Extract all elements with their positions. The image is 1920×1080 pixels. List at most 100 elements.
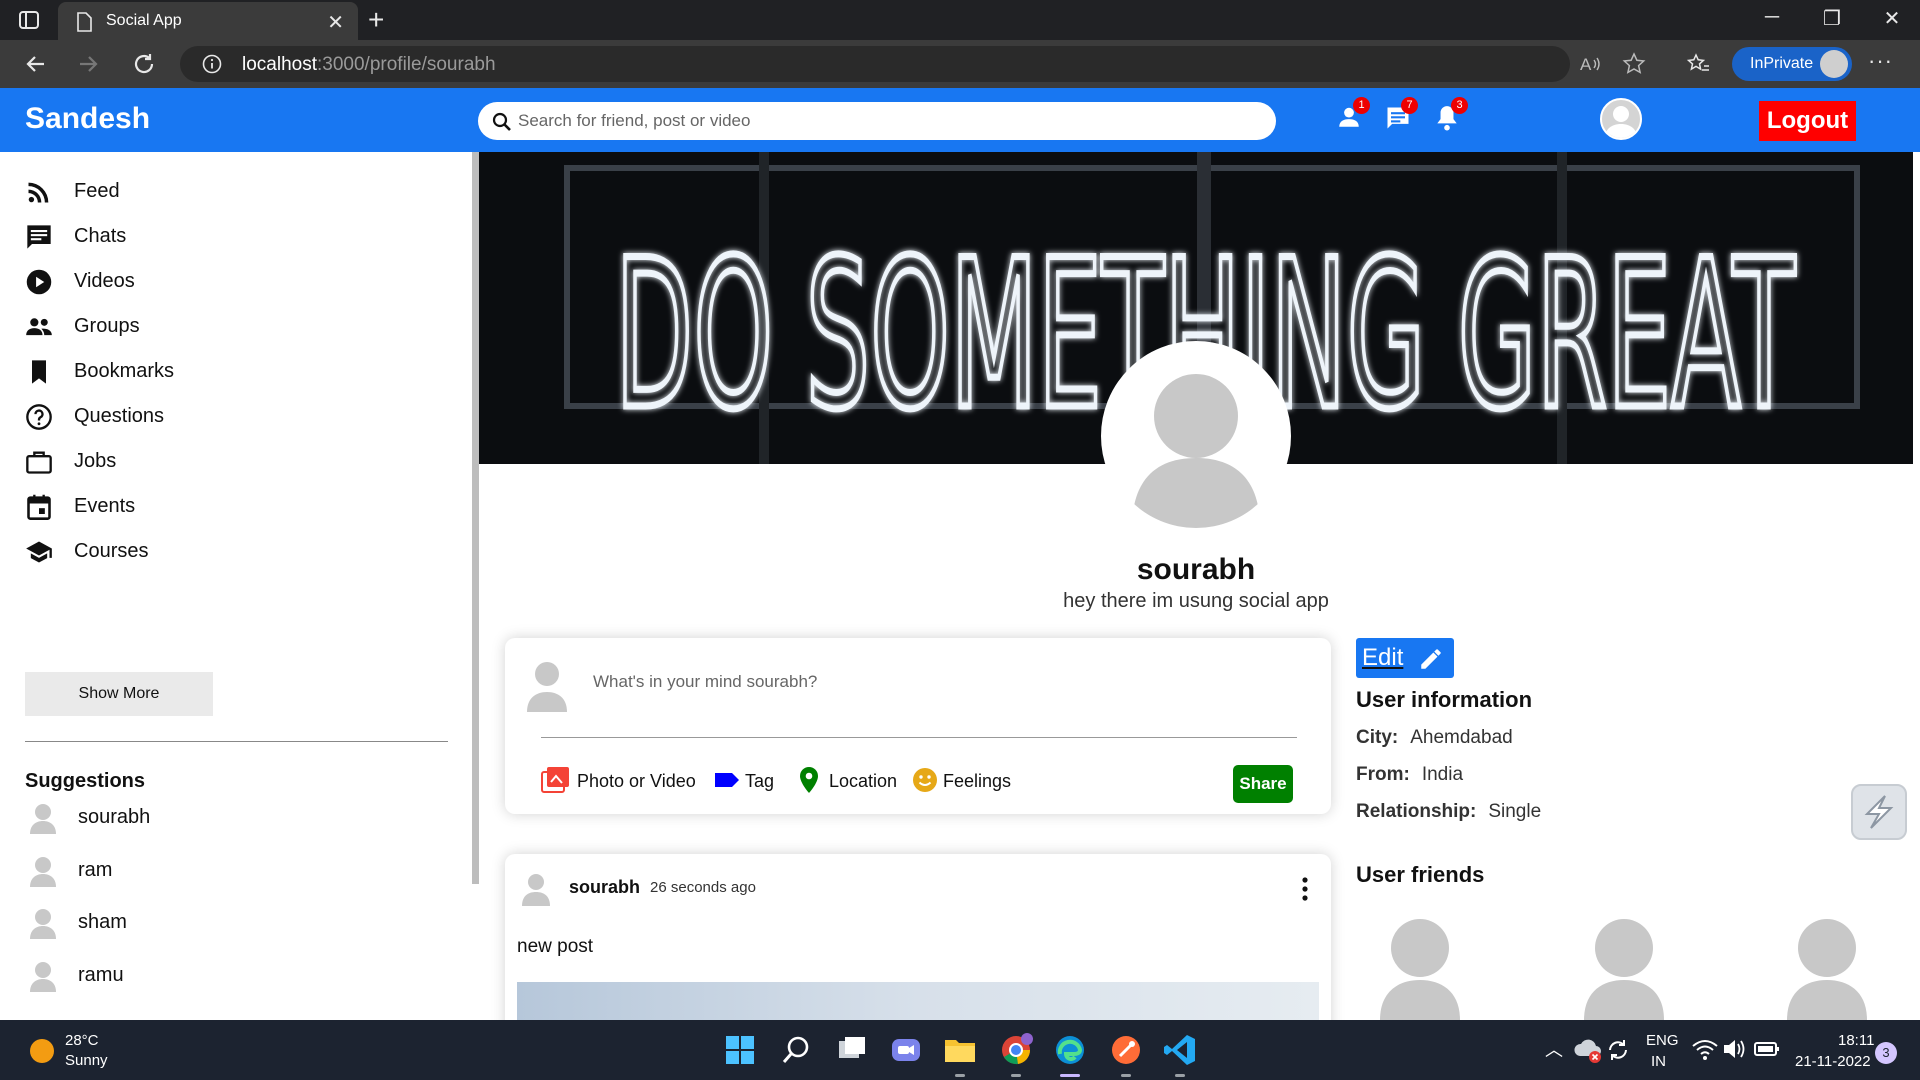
- friend-requests-button[interactable]: 1: [1336, 97, 1370, 134]
- brand-logo[interactable]: Sandesh: [25, 102, 150, 136]
- suggestion-name: sourabh: [78, 806, 151, 828]
- running-indicator: [1175, 1074, 1185, 1077]
- school-icon: [25, 538, 53, 566]
- sidebar-item-jobs[interactable]: Jobs: [25, 444, 445, 480]
- restore-icon[interactable]: ❐: [1802, 6, 1862, 31]
- chrome-icon[interactable]: [998, 1032, 1034, 1068]
- sidebar-item-videos[interactable]: Videos: [25, 264, 445, 300]
- friend-avatar[interactable]: [1784, 918, 1870, 1025]
- vscode-icon[interactable]: [1162, 1032, 1198, 1068]
- sidebar-item-chats[interactable]: Chats: [25, 219, 445, 255]
- site-info-icon[interactable]: [202, 54, 222, 79]
- running-indicator: [955, 1074, 965, 1077]
- chat-icon: [25, 223, 53, 251]
- clock-date[interactable]: 21-11-2022: [1795, 1053, 1871, 1070]
- option-label: Photo or Video: [577, 771, 696, 791]
- address-bar-row: localhost:3000/profile/sourabh A InPriva…: [0, 40, 1920, 88]
- help-circle-icon: [25, 403, 53, 431]
- profile-picture[interactable]: [1101, 341, 1291, 531]
- back-icon[interactable]: [20, 48, 52, 80]
- post-author[interactable]: sourabh: [569, 877, 640, 898]
- minimize-icon[interactable]: ─: [1742, 6, 1802, 29]
- photo-library-icon: [541, 766, 571, 799]
- suggestion-name: sham: [78, 911, 127, 933]
- notifications-button[interactable]: 3: [1434, 97, 1468, 134]
- add-favorite-icon[interactable]: [1622, 52, 1646, 81]
- person-placeholder-icon: [28, 960, 58, 997]
- messages-badge: 7: [1401, 97, 1418, 114]
- url-field[interactable]: localhost:3000/profile/sourabh: [180, 46, 1570, 82]
- logout-button[interactable]: Logout: [1759, 101, 1856, 141]
- postman-icon[interactable]: [1108, 1032, 1144, 1068]
- info-row-city: City: Ahemdabad: [1356, 727, 1513, 748]
- forward-icon[interactable]: [72, 48, 104, 80]
- tab-title: Social App: [106, 12, 182, 29]
- option-label: Tag: [745, 771, 775, 791]
- user-friends-title: User friends: [1356, 862, 1485, 887]
- search-icon[interactable]: [778, 1032, 814, 1068]
- floating-action-button[interactable]: [1851, 784, 1907, 840]
- volume-icon[interactable]: [1720, 1034, 1756, 1070]
- profile-description: hey there im usung social app: [1063, 590, 1329, 612]
- tab-actions-icon[interactable]: [18, 10, 42, 30]
- share-button[interactable]: Share: [1233, 765, 1293, 803]
- windows-start-icon[interactable]: [722, 1032, 758, 1068]
- sidebar: Feed Chats Videos Groups Bookmarks Quest…: [0, 152, 479, 1020]
- friend-avatar[interactable]: [1377, 918, 1463, 1025]
- refresh-icon[interactable]: [128, 48, 160, 80]
- composer-input[interactable]: What's in your mind sourabh?: [593, 672, 817, 692]
- user-avatar[interactable]: [1600, 98, 1642, 140]
- search-input[interactable]: [518, 109, 1258, 133]
- sync-icon[interactable]: [1602, 1034, 1638, 1070]
- edit-profile-button[interactable]: Edit: [1356, 638, 1454, 678]
- inprivate-button[interactable]: InPrivate: [1732, 47, 1852, 81]
- clock-time[interactable]: 18:11: [1838, 1032, 1874, 1049]
- favorites-icon[interactable]: [1686, 52, 1710, 81]
- running-indicator: [1121, 1074, 1131, 1077]
- taskbar: 28°C Sunny ︿ ENG IN 18:11 21-11-2022 3: [0, 1020, 1920, 1080]
- new-tab-icon[interactable]: +: [368, 4, 384, 36]
- sun-icon[interactable]: [30, 1039, 54, 1063]
- friend-avatar[interactable]: [1581, 918, 1667, 1025]
- region-indicator[interactable]: IN: [1651, 1053, 1666, 1070]
- sidebar-item-label: Jobs: [74, 450, 117, 472]
- browser-tab[interactable]: Social App ✕: [58, 2, 358, 40]
- post-composer: What's in your mind sourabh? Photo or Vi…: [505, 638, 1331, 814]
- svg-text:A: A: [1580, 55, 1592, 74]
- browser-profile-avatar: [1820, 50, 1848, 78]
- close-window-icon[interactable]: ✕: [1862, 6, 1920, 31]
- location-pin-icon: [797, 766, 821, 799]
- weather-temperature[interactable]: 28°C: [65, 1032, 99, 1049]
- browser-titlebar: Social App ✕ + ─ ❐ ✕: [0, 0, 1920, 40]
- more-options-icon[interactable]: ···: [1868, 48, 1893, 74]
- sidebar-item-label: Courses: [74, 540, 149, 562]
- sidebar-item-label: Questions: [74, 405, 165, 427]
- sidebar-item-bookmarks[interactable]: Bookmarks: [25, 354, 445, 390]
- search-bar[interactable]: [478, 102, 1276, 140]
- profile-name: sourabh: [1136, 553, 1256, 586]
- file-explorer-icon[interactable]: [942, 1032, 978, 1068]
- battery-icon[interactable]: [1752, 1034, 1788, 1070]
- sidebar-item-questions[interactable]: Questions: [25, 399, 445, 435]
- language-indicator[interactable]: ENG: [1646, 1032, 1679, 1049]
- sidebar-item-groups[interactable]: Groups: [25, 309, 445, 345]
- close-tab-icon[interactable]: ✕: [327, 10, 344, 35]
- more-vert-icon[interactable]: [1299, 876, 1311, 907]
- task-view-icon[interactable]: [834, 1032, 870, 1068]
- sidebar-scrollbar[interactable]: [472, 152, 479, 884]
- sidebar-item-events[interactable]: Events: [25, 489, 445, 525]
- show-more-button[interactable]: Show More: [25, 672, 213, 716]
- notification-count-badge[interactable]: 3: [1875, 1042, 1897, 1064]
- sidebar-item-label: Bookmarks: [74, 360, 175, 382]
- messages-button[interactable]: 7: [1384, 97, 1418, 134]
- sidebar-item-courses[interactable]: Courses: [25, 534, 445, 570]
- inprivate-label: InPrivate: [1750, 55, 1814, 72]
- edge-icon[interactable]: [1052, 1032, 1088, 1068]
- url-text: localhost:3000/profile/sourabh: [242, 54, 496, 75]
- teams-chat-icon[interactable]: [888, 1032, 924, 1068]
- weather-condition[interactable]: Sunny: [65, 1052, 108, 1069]
- option-label: Location: [829, 771, 898, 791]
- read-aloud-icon[interactable]: A: [1578, 52, 1602, 81]
- person-placeholder-icon: [1787, 919, 1867, 1020]
- sidebar-item-feed[interactable]: Feed: [25, 174, 445, 210]
